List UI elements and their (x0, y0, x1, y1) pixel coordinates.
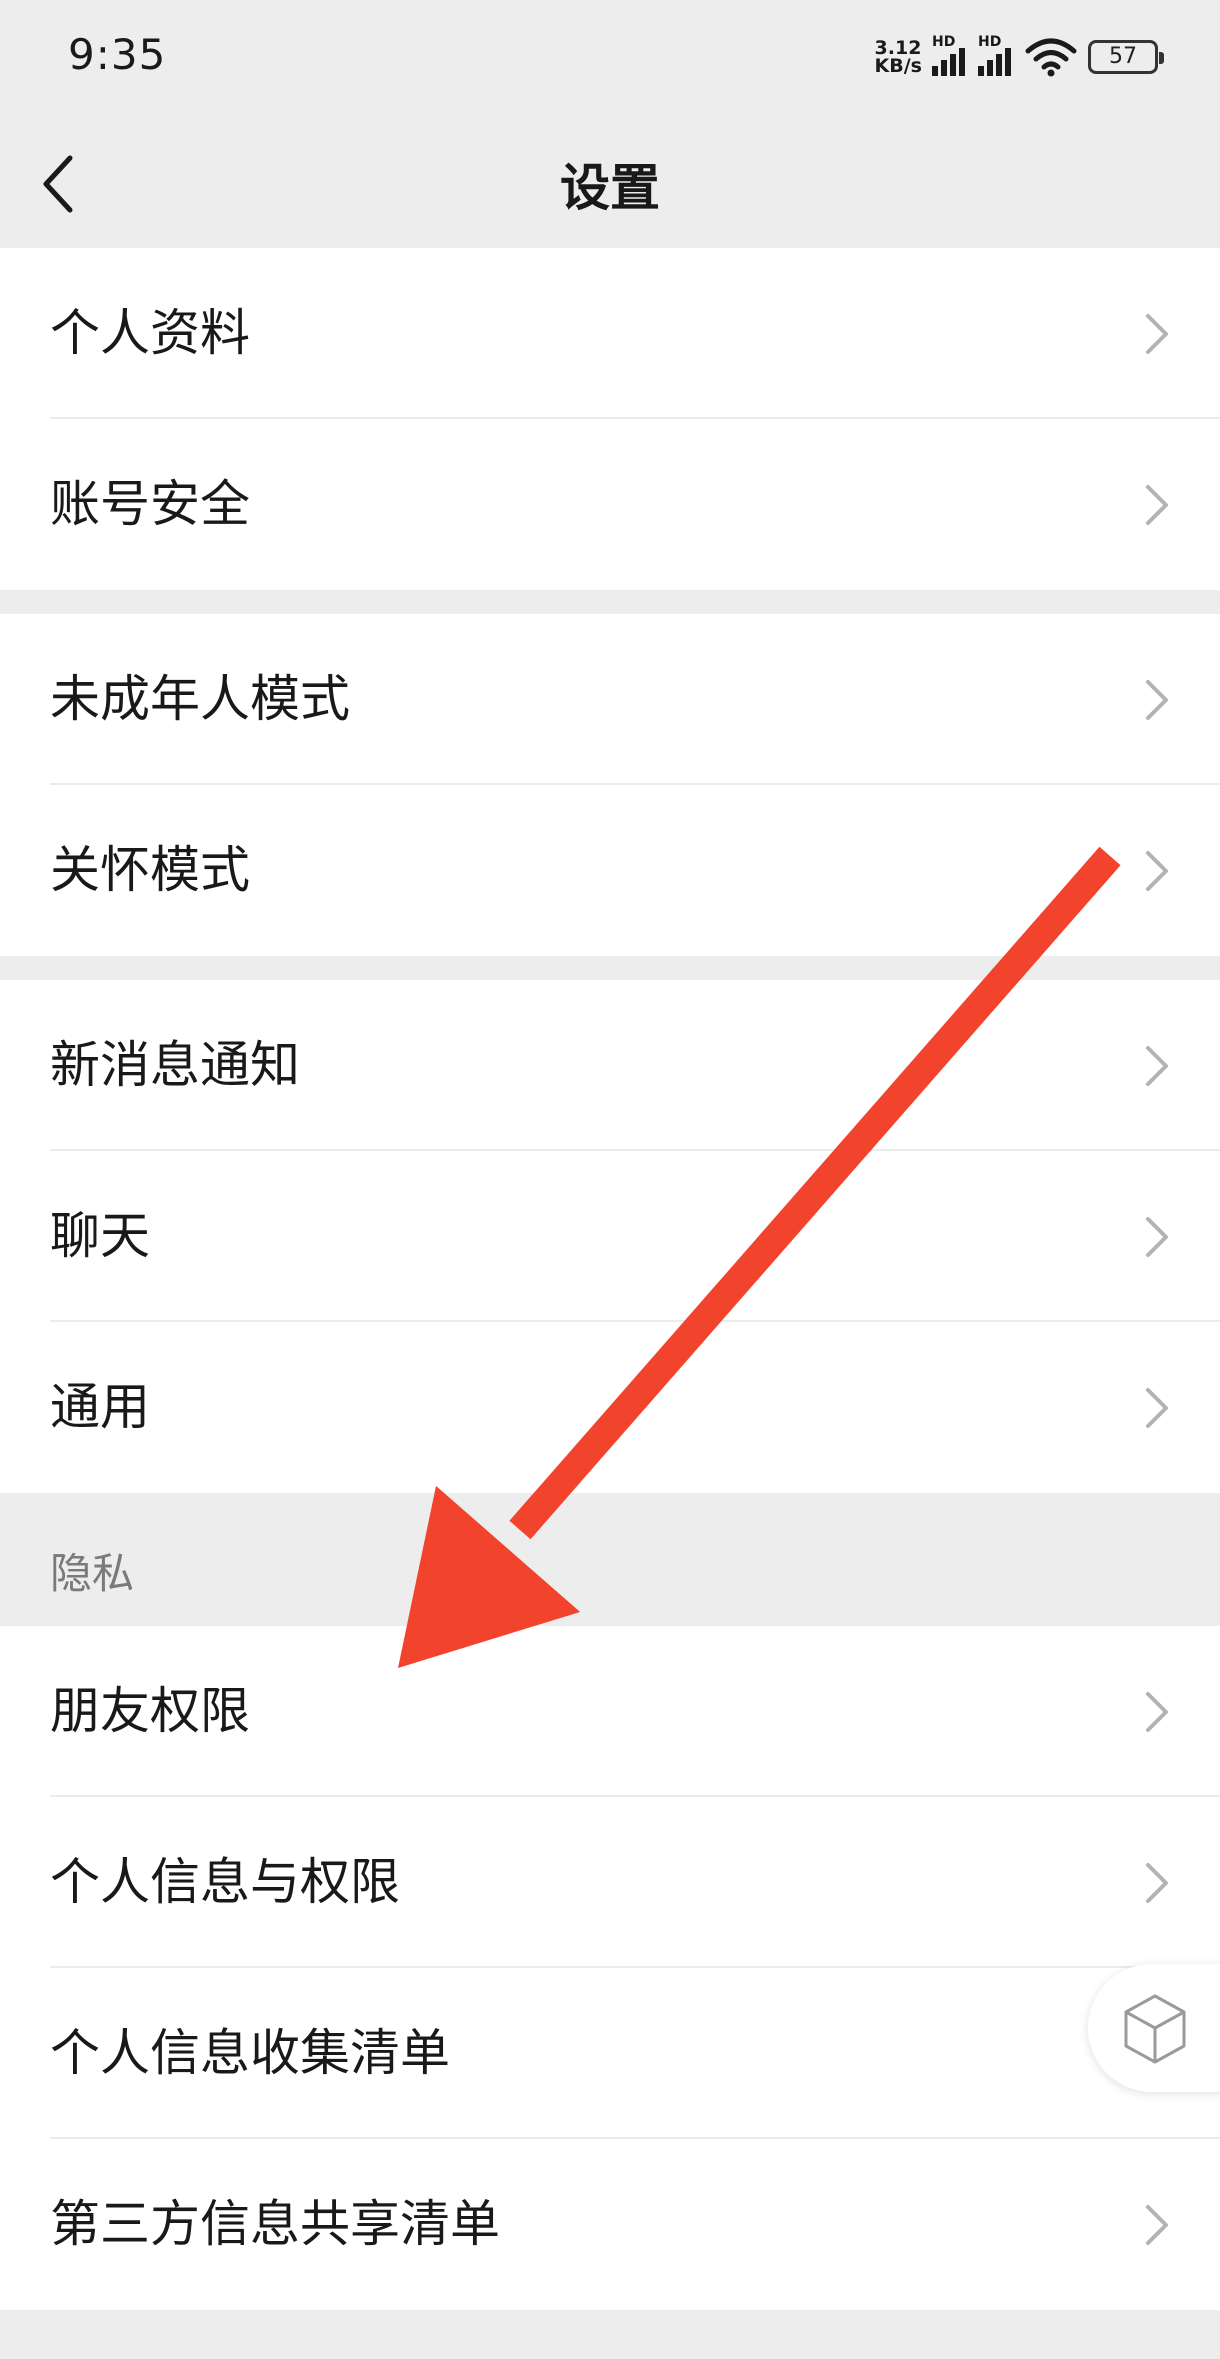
settings-item-account-security[interactable]: 账号安全 (0, 419, 1220, 590)
chevron-right-icon (1146, 1388, 1168, 1428)
signal-icon: HD (978, 34, 1014, 76)
chevron-right-icon (1146, 1692, 1168, 1732)
settings-item-notifications[interactable]: 新消息通知 (0, 980, 1220, 1151)
signal-icon: HD (932, 34, 968, 76)
settings-item-label: 第三方信息共享清单 (50, 2195, 500, 2253)
settings-page: 9:35 3.12 KB/s HD HD 57 设置 个人资料 账号安全 未成年… (0, 0, 1220, 2359)
chevron-right-icon (1146, 2205, 1168, 2245)
chevron-right-icon (1146, 851, 1168, 891)
settings-group-privacy: 朋友权限 个人信息与权限 个人信息收集清单 第三方信息共享清单 (0, 1626, 1220, 2310)
chevron-right-icon (1146, 314, 1168, 354)
settings-item-label: 聊天 (50, 1207, 150, 1265)
settings-item-label: 未成年人模式 (50, 670, 350, 728)
chevron-right-icon (1146, 1046, 1168, 1086)
settings-item-personal-info-permissions[interactable]: 个人信息与权限 (0, 1797, 1220, 1968)
chevron-right-icon (1146, 485, 1168, 525)
chevron-right-icon (1146, 1863, 1168, 1903)
status-icons: 3.12 KB/s HD HD 57 (874, 34, 1164, 80)
network-speed-unit: KB/s (874, 55, 922, 77)
signal-hd-label: HD (978, 34, 1002, 50)
page-title: 设置 (560, 159, 660, 217)
settings-group-general: 新消息通知 聊天 通用 (0, 980, 1220, 1493)
settings-item-chat[interactable]: 聊天 (0, 1151, 1220, 1322)
battery-level: 57 (1109, 44, 1137, 69)
network-speed: 3.12 KB/s (874, 39, 922, 77)
settings-item-label: 账号安全 (50, 475, 250, 533)
wifi-icon (1025, 38, 1077, 77)
settings-item-minor-mode[interactable]: 未成年人模式 (0, 614, 1220, 785)
settings-item-label: 个人信息与权限 (50, 1853, 400, 1911)
navigation-bar: 设置 (0, 120, 1220, 248)
settings-item-info-collection-list[interactable]: 个人信息收集清单 (0, 1968, 1220, 2139)
chevron-right-icon (1146, 680, 1168, 720)
settings-item-label: 通用 (50, 1378, 150, 1436)
section-header-label: 隐私 (50, 1549, 135, 1598)
status-time: 9:35 (68, 30, 167, 79)
settings-item-profile[interactable]: 个人资料 (0, 248, 1220, 419)
settings-item-label: 个人资料 (50, 304, 250, 362)
settings-group-account: 个人资料 账号安全 (0, 248, 1220, 590)
battery-icon: 57 (1088, 40, 1164, 74)
settings-item-general[interactable]: 通用 (0, 1322, 1220, 1493)
floating-window-button[interactable] (1088, 1964, 1220, 2092)
settings-item-label: 朋友权限 (50, 1682, 250, 1740)
signal-hd-label: HD (932, 34, 956, 50)
cube-icon (1124, 1994, 1186, 2064)
section-header-privacy: 隐私 (0, 1494, 1220, 1626)
settings-item-label: 新消息通知 (50, 1036, 300, 1094)
settings-item-care-mode[interactable]: 关怀模式 (0, 785, 1220, 956)
settings-group-modes: 未成年人模式 关怀模式 (0, 614, 1220, 956)
chevron-right-icon (1146, 1217, 1168, 1257)
settings-item-third-party-sharing-list[interactable]: 第三方信息共享清单 (0, 2139, 1220, 2310)
status-bar: 9:35 3.12 KB/s HD HD 57 (0, 0, 1220, 120)
settings-item-friend-permissions[interactable]: 朋友权限 (0, 1626, 1220, 1797)
settings-item-label: 关怀模式 (50, 841, 250, 899)
settings-item-label: 个人信息收集清单 (50, 2024, 450, 2082)
